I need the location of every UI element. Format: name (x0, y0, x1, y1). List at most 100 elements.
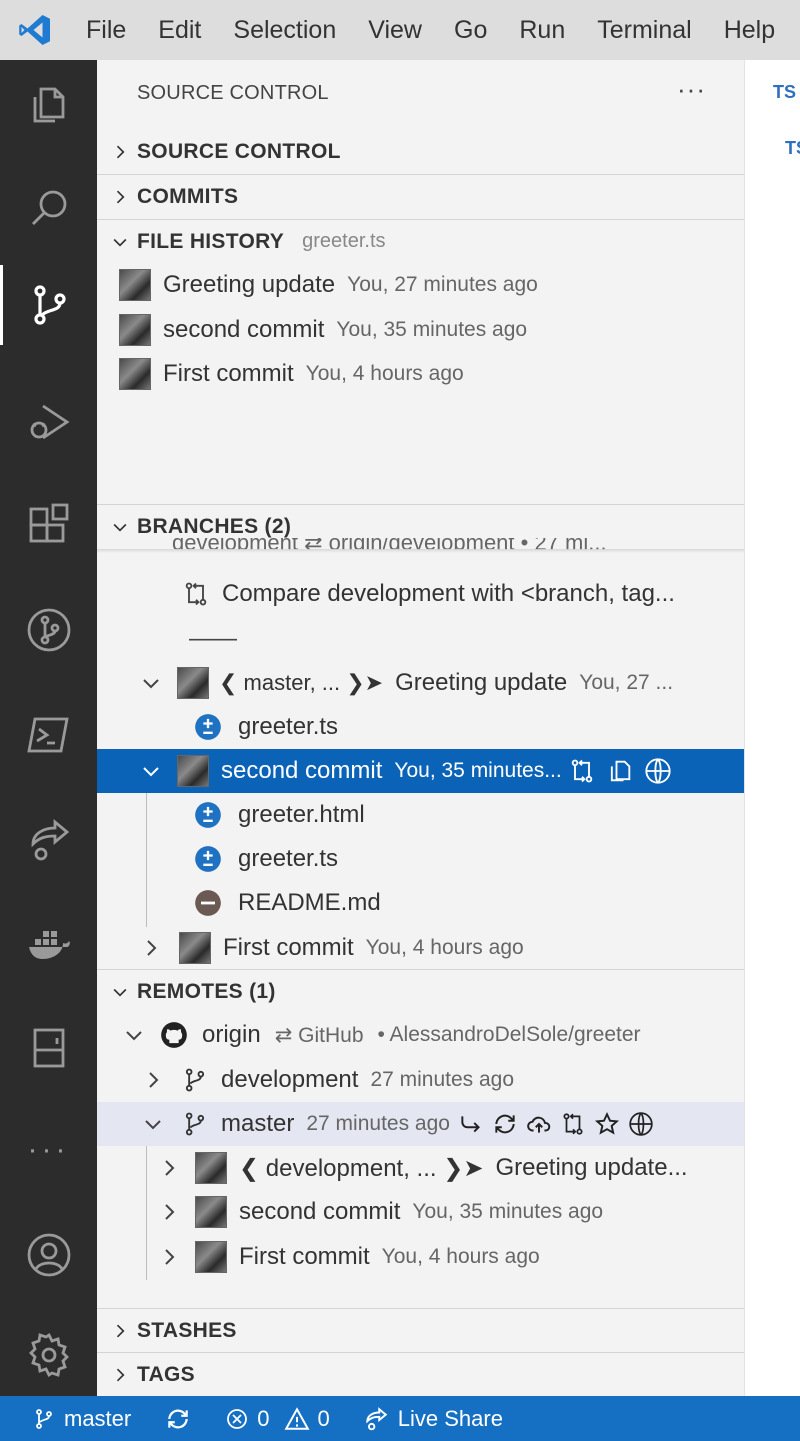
globe-icon[interactable] (628, 1111, 654, 1137)
menu-terminal[interactable]: Terminal (581, 0, 707, 60)
chevron-right-icon (157, 1156, 181, 1180)
modified-badge-icon (194, 801, 222, 829)
menu-help[interactable]: Help (708, 0, 791, 60)
branch-icon (32, 1407, 56, 1431)
gitlens-icon[interactable] (0, 590, 97, 670)
section-stashes[interactable]: STASHES (97, 1308, 744, 1352)
commit-label: second commit (239, 1198, 401, 1225)
extensions-icon[interactable] (0, 485, 97, 565)
section-label: SOURCE CONTROL (137, 140, 341, 163)
docker-icon[interactable] (0, 905, 97, 985)
activity-bar: ··· (0, 60, 97, 1396)
vscode-logo-icon (0, 0, 70, 60)
section-file-history[interactable]: FILE HISTORY greeter.ts (97, 219, 744, 263)
compare-icon[interactable] (568, 757, 596, 785)
section-label: FILE HISTORY (137, 229, 285, 253)
menu-go[interactable]: Go (438, 0, 503, 60)
menu-file[interactable]: File (70, 0, 142, 60)
chevron-down-icon (139, 671, 163, 695)
branch-meta: 27 minutes ago (306, 1112, 450, 1135)
remote-commit-row[interactable]: ❮ development, ... ❯➤ Greeting update... (97, 1146, 744, 1190)
live-share-status[interactable]: Live Share (362, 1406, 503, 1432)
remote-commit-row[interactable]: second commit You, 35 minutes ago (97, 1190, 744, 1234)
branch-name: master (64, 1405, 132, 1431)
changed-file-row[interactable]: greeter.ts (97, 705, 744, 749)
commit-label: Greeting update (163, 271, 336, 298)
search-icon[interactable] (0, 168, 97, 248)
menu-run[interactable]: Run (503, 0, 581, 60)
section-source-control[interactable]: SOURCE CONTROL (97, 130, 744, 174)
chevron-right-icon (97, 187, 137, 207)
file-history-item[interactable]: First commit You, 4 hours ago (97, 352, 744, 396)
changed-file-row[interactable]: README.md (97, 881, 744, 925)
remote-commit-row[interactable]: First commit You, 4 hours ago (97, 1235, 744, 1279)
remote-origin-row[interactable]: origin ⇄ GitHub • AlessandroDelSole/gree… (97, 1013, 744, 1057)
changed-file-row[interactable]: greeter.html (97, 793, 744, 837)
branch-commit-row[interactable]: First commit You, 4 hours ago (97, 926, 744, 970)
editor-area: TS TS (744, 60, 800, 1396)
globe-icon[interactable] (644, 757, 672, 785)
commit-meta: You, 35 minutes ago (412, 1200, 604, 1223)
remote-explorer-icon[interactable] (0, 1008, 97, 1088)
run-debug-icon[interactable] (0, 382, 97, 462)
file-history-item[interactable]: Greeting update You, 27 minutes ago (97, 263, 744, 307)
status-bar: master 0 0 Live Share (0, 1396, 800, 1441)
commit-meta: You, 4 hours ago (381, 1245, 540, 1268)
star-icon[interactable] (594, 1111, 620, 1137)
branch-development-row[interactable]: development ⇄ origin/development • 27 mi… (97, 536, 744, 550)
remote-branch-row[interactable]: development 27 minutes ago (97, 1058, 744, 1102)
file-history-item[interactable]: second commit You, 35 minutes ago (97, 308, 744, 352)
editor-tab-ts[interactable]: TS (773, 82, 796, 103)
source-control-sidebar: SOURCE CONTROL ··· SOURCE CONTROL COMMIT… (97, 60, 744, 1396)
warning-count: 0 (317, 1405, 330, 1431)
chevron-right-icon (139, 936, 163, 960)
commit-refs: ❮ master, ... ❯➤ (219, 670, 384, 695)
branch-commit-row[interactable]: ❮ master, ... ❯➤ Greeting update You, 27… (97, 661, 744, 705)
menu-view[interactable]: View (352, 0, 438, 60)
chevron-right-icon (97, 142, 137, 162)
compare-branch-row[interactable]: Compare development with <branch, tag... (97, 572, 744, 616)
commit-label: First commit (239, 1243, 370, 1270)
push-cloud-icon[interactable] (526, 1111, 552, 1137)
separator: —— (189, 625, 237, 652)
section-commits[interactable]: COMMITS (97, 174, 744, 218)
commit-meta: You, 27 ... (579, 671, 674, 694)
commit-label: Greeting update (395, 669, 568, 696)
more-actions-button[interactable]: ··· (677, 74, 706, 105)
source-control-icon[interactable] (0, 265, 97, 345)
avatar (195, 1241, 227, 1273)
sync-status[interactable] (165, 1406, 191, 1432)
menu-selection[interactable]: Selection (217, 0, 352, 60)
menu-edit[interactable]: Edit (142, 0, 217, 60)
changed-file-row[interactable]: greeter.ts (97, 837, 744, 881)
live-share-icon[interactable] (0, 800, 97, 880)
file-name: greeter.ts (238, 713, 339, 740)
branch-status[interactable]: master (32, 1406, 131, 1432)
editor-tab-ts[interactable]: TS (785, 138, 800, 159)
commit-meta: You, 4 hours ago (305, 362, 464, 385)
section-label: BRANCHES (2) (137, 514, 292, 538)
commit-meta: You, 27 minutes ago (347, 273, 538, 296)
switch-to-branch-icon[interactable] (458, 1111, 484, 1137)
problems-status[interactable]: 0 0 (225, 1406, 330, 1432)
section-label: STASHES (137, 1318, 237, 1342)
avatar (119, 269, 151, 301)
branch-commit-row-selected[interactable]: second commit You, 35 minutes... (97, 749, 744, 793)
deleted-badge-icon (194, 889, 222, 917)
commit-meta: You, 4 hours ago (365, 936, 524, 959)
section-tags[interactable]: TAGS (97, 1352, 744, 1396)
accounts-icon[interactable] (0, 1215, 97, 1295)
copy-icon[interactable] (606, 757, 634, 785)
error-icon (225, 1407, 249, 1431)
remote-branch-row-hovered[interactable]: master 27 minutes ago (97, 1102, 744, 1146)
powershell-icon[interactable] (0, 695, 97, 775)
settings-gear-icon[interactable] (0, 1315, 97, 1395)
scroll-shadow (97, 549, 744, 553)
sync-icon[interactable] (492, 1111, 518, 1137)
explorer-icon[interactable] (0, 65, 97, 145)
compare-icon[interactable] (560, 1111, 586, 1137)
section-remotes[interactable]: REMOTES (1) (97, 969, 744, 1013)
modified-badge-icon (194, 845, 222, 873)
more-icon[interactable]: ··· (0, 1110, 97, 1190)
github-icon (160, 1021, 188, 1049)
